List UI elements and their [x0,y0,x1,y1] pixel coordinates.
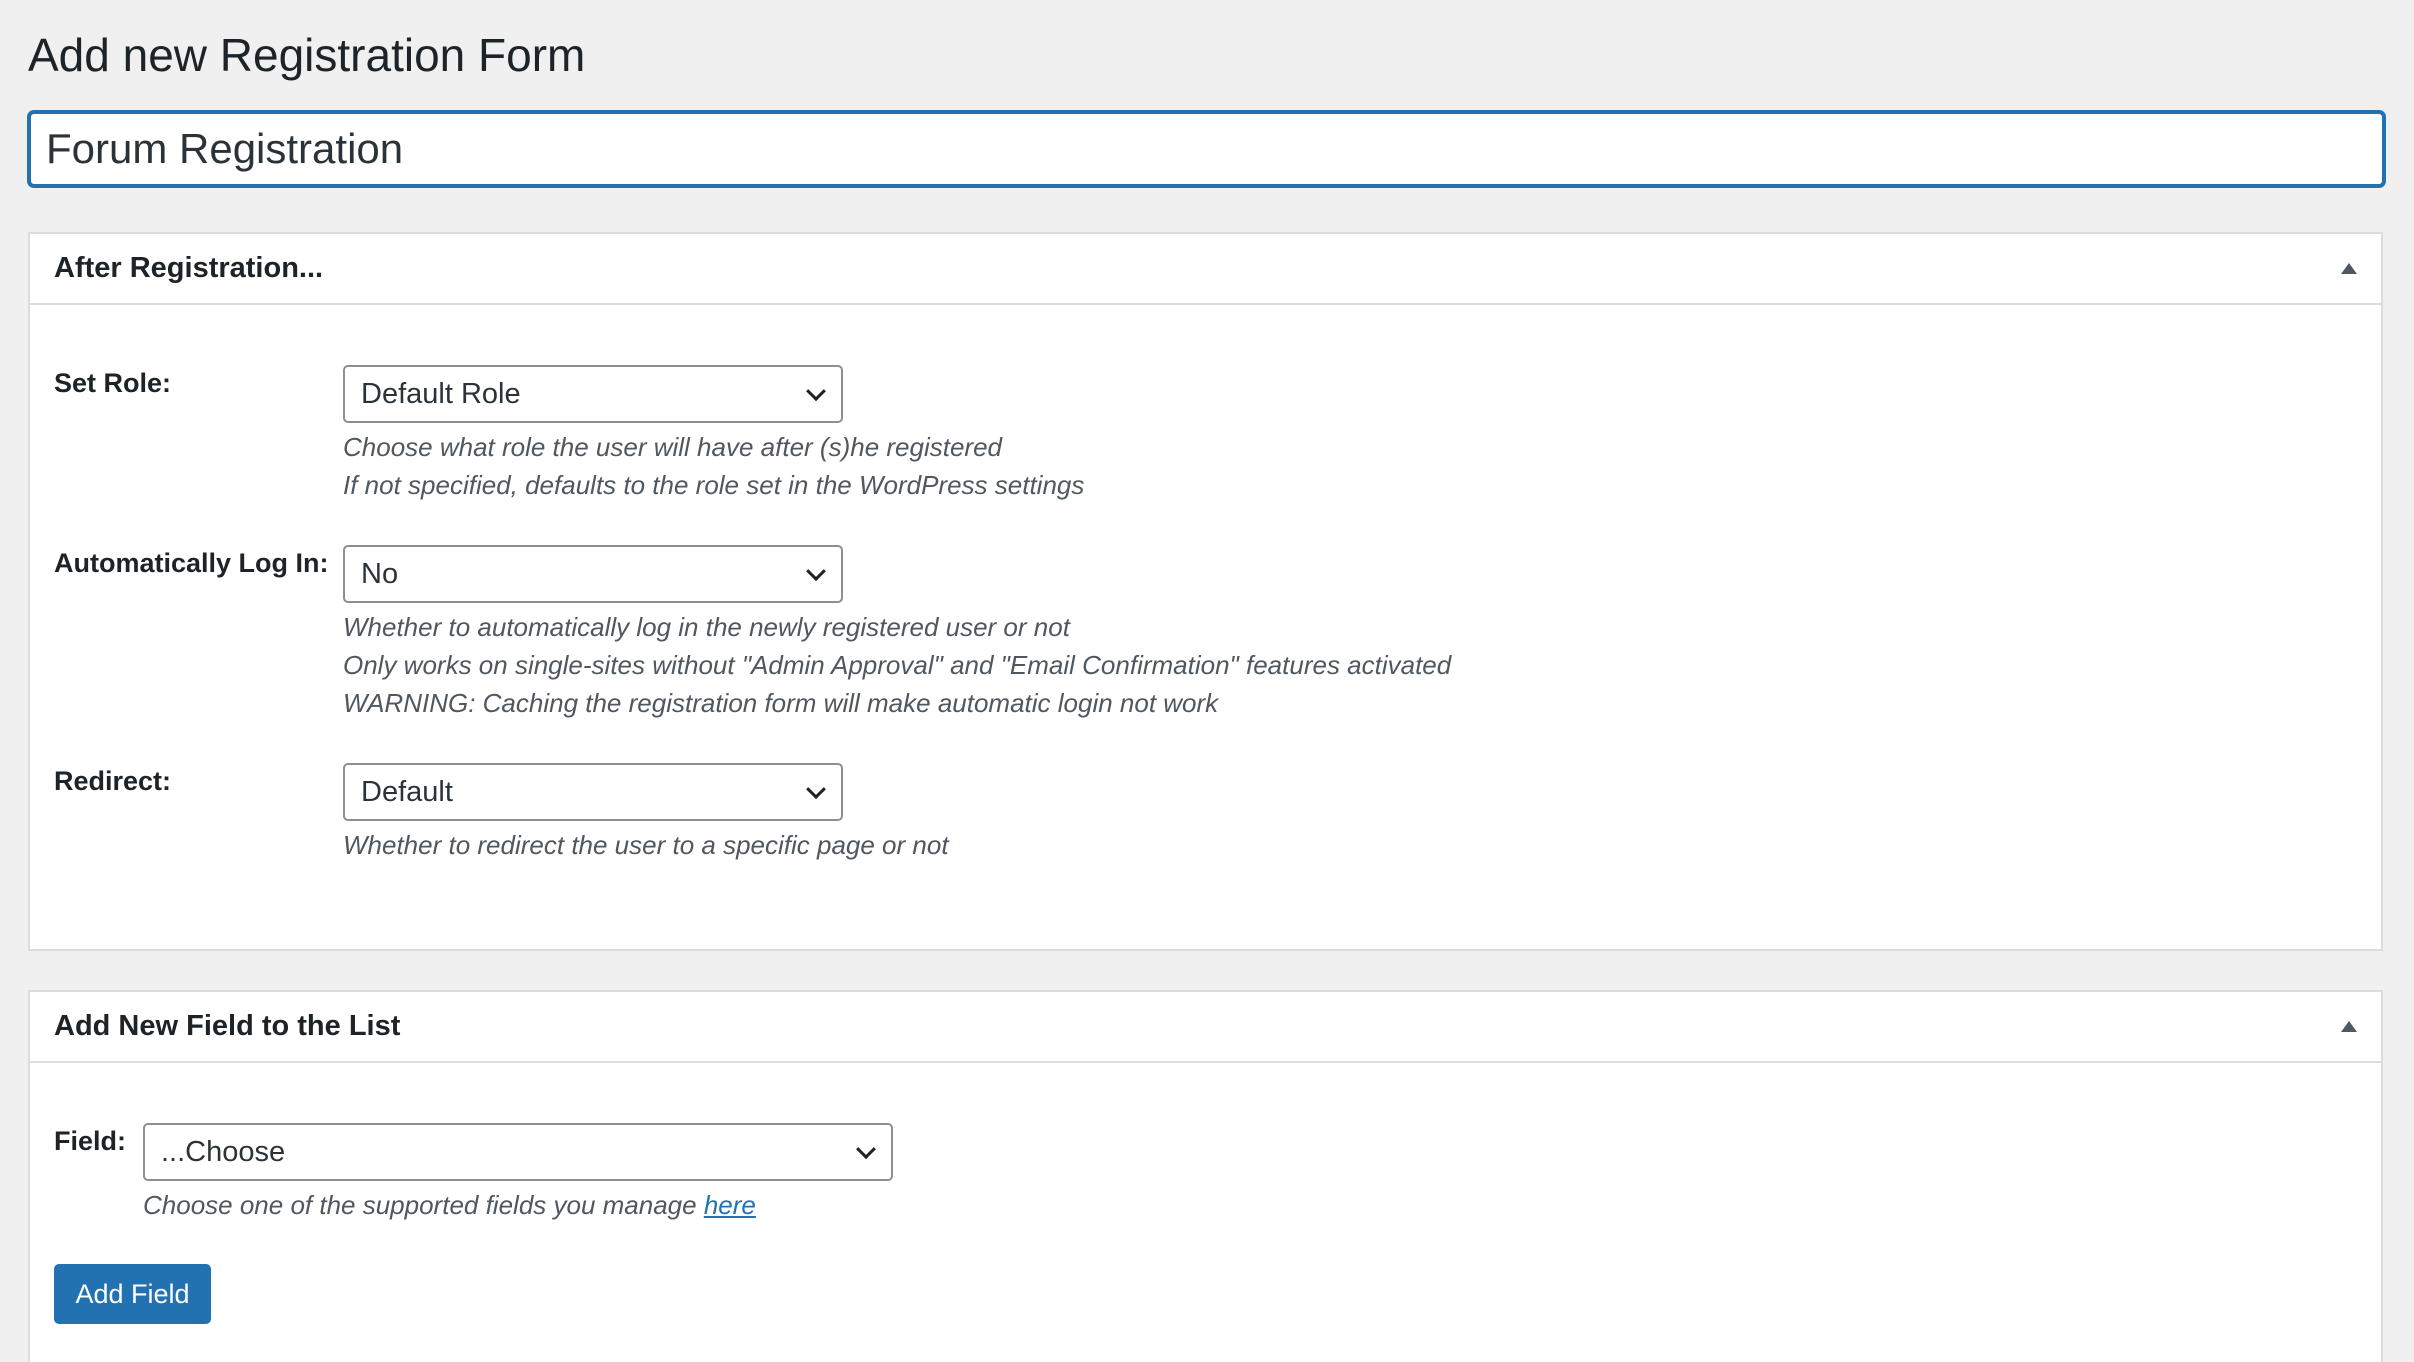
arrow-up-icon[interactable] [2341,263,2357,274]
after-registration-title: After Registration... [54,252,324,284]
after-registration-box: After Registration... Set Role: Default … [28,232,2383,951]
add-field-header[interactable]: Add New Field to the List [30,992,2381,1063]
redirect-description: Whether to redirect the user to a specif… [343,826,949,864]
redirect-selected-value: Default [361,775,453,808]
field-select[interactable]: ...Choose [143,1123,893,1181]
field-description: Choose one of the supported fields you m… [143,1186,756,1224]
chevron-down-icon [806,381,826,402]
page: Add new Registration Form After Registra… [0,0,2414,1362]
field-selected-value: ...Choose [161,1135,286,1168]
auto-login-desc-line-3: WARNING: Caching the registration form w… [343,688,1219,718]
field-label: Field: [54,1126,126,1156]
auto-login-select[interactable]: No [343,545,843,603]
redirect-select[interactable]: Default [343,763,843,821]
redirect-label: Redirect: [54,766,172,796]
chevron-down-icon [806,561,826,582]
add-field-box: Add New Field to the List Field: ...Choo… [28,990,2383,1362]
auto-login-desc-line-1: Whether to automatically log in the newl… [343,612,1070,642]
set-role-select[interactable]: Default Role [343,365,843,423]
add-field-title: Add New Field to the List [54,1010,401,1042]
manage-fields-link[interactable]: here [704,1190,756,1220]
chevron-down-icon [856,1139,876,1160]
auto-login-label: Automatically Log In: [54,548,329,578]
after-registration-header[interactable]: After Registration... [30,234,2381,305]
form-title-input[interactable] [28,111,2385,187]
set-role-label: Set Role: [54,368,172,398]
arrow-up-icon[interactable] [2341,1021,2357,1032]
auto-login-description: Whether to automatically log in the newl… [343,608,1451,722]
set-role-desc-line-1: Choose what role the user will have afte… [343,432,1002,462]
set-role-selected-value: Default Role [361,377,521,410]
auto-login-selected-value: No [361,557,399,590]
page-title: Add new Registration Form [28,29,586,81]
auto-login-desc-line-2: Only works on single-sites without "Admi… [343,650,1452,680]
chevron-down-icon [806,779,826,800]
set-role-desc-line-2: If not specified, defaults to the role s… [343,470,1085,500]
set-role-description: Choose what role the user will have afte… [343,428,1084,504]
field-desc-text: Choose one of the supported fields you m… [143,1190,704,1220]
add-field-button[interactable]: Add Field [54,1264,211,1324]
redirect-desc-line-1: Whether to redirect the user to a specif… [343,830,949,860]
